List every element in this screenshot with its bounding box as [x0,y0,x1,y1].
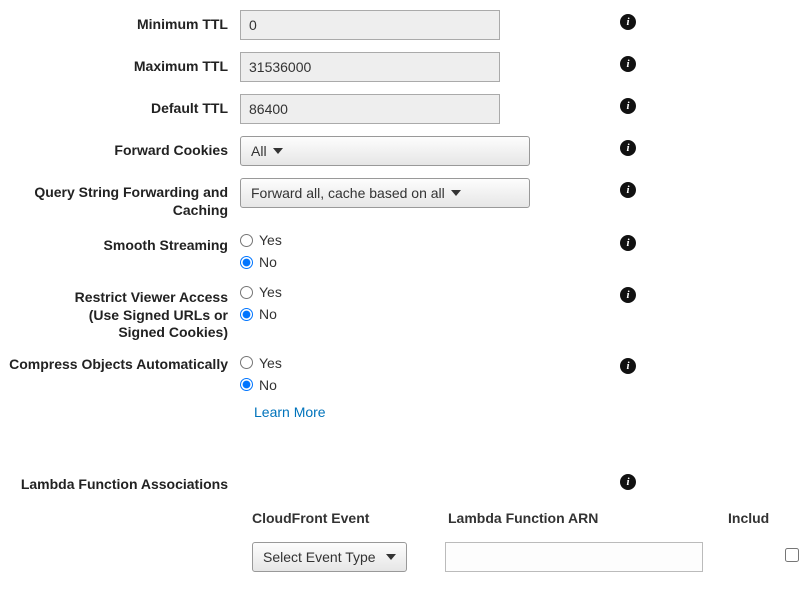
radio-label-no: No [259,377,277,393]
radio-compress-no[interactable] [240,378,253,391]
chevron-down-icon [451,190,461,196]
info-icon[interactable]: i [620,287,636,303]
select-query-string-value: Forward all, cache based on all [251,185,445,201]
row-maximum-ttl: Maximum TTL i [0,52,799,82]
lambda-row: Select Event Type [252,542,799,572]
select-forward-cookies[interactable]: All [240,136,530,166]
lambda-table-headers: CloudFront Event Lambda Function ARN Inc… [252,510,799,526]
radio-label-no: No [259,254,277,270]
row-default-ttl: Default TTL i [0,94,799,124]
info-icon[interactable]: i [620,14,636,30]
input-default-ttl[interactable] [240,94,500,124]
learn-more-link[interactable]: Learn More [254,404,530,420]
radio-label-no: No [259,306,277,322]
chevron-down-icon [386,554,396,560]
col-lambda-arn: Lambda Function ARN [448,510,728,526]
info-icon[interactable]: i [620,182,636,198]
info-icon[interactable]: i [620,235,636,251]
row-query-string: Query String Forwarding and Caching Forw… [0,178,799,219]
select-event-type[interactable]: Select Event Type [252,542,407,572]
radio-smooth-no[interactable] [240,256,253,269]
label-default-ttl: Default TTL [0,94,240,116]
checkbox-include[interactable] [785,548,799,562]
select-query-string[interactable]: Forward all, cache based on all [240,178,530,208]
info-icon[interactable]: i [620,56,636,72]
row-restrict-viewer: Restrict Viewer Access (Use Signed URLs … [0,283,799,342]
label-query-string: Query String Forwarding and Caching [0,178,240,219]
radio-label-yes: Yes [259,355,282,371]
row-minimum-ttl: Minimum TTL i [0,10,799,40]
radio-smooth-yes[interactable] [240,234,253,247]
radio-restrict-yes[interactable] [240,286,253,299]
input-lambda-arn[interactable] [445,542,703,572]
input-minimum-ttl[interactable] [240,10,500,40]
input-maximum-ttl[interactable] [240,52,500,82]
select-event-type-value: Select Event Type [263,549,376,565]
label-compress: Compress Objects Automatically [0,354,240,372]
info-icon[interactable]: i [620,140,636,156]
info-icon[interactable]: i [620,98,636,114]
label-lambda-associations: Lambda Function Associations [0,470,240,492]
label-smooth-streaming: Smooth Streaming [0,231,240,253]
row-compress: Compress Objects Automatically Yes No Le… [0,354,799,420]
select-forward-cookies-value: All [251,143,267,159]
label-minimum-ttl: Minimum TTL [0,10,240,32]
label-forward-cookies: Forward Cookies [0,136,240,158]
chevron-down-icon [273,148,283,154]
row-smooth-streaming: Smooth Streaming Yes No i [0,231,799,271]
radio-compress-yes[interactable] [240,356,253,369]
radio-label-yes: Yes [259,284,282,300]
row-lambda-associations: Lambda Function Associations i [0,470,799,492]
radio-restrict-no[interactable] [240,308,253,321]
radio-label-yes: Yes [259,232,282,248]
info-icon[interactable]: i [620,474,636,490]
info-icon[interactable]: i [620,358,636,374]
col-cloudfront-event: CloudFront Event [252,510,448,526]
label-maximum-ttl: Maximum TTL [0,52,240,74]
row-forward-cookies: Forward Cookies All i [0,136,799,166]
col-include: Includ [728,510,769,526]
label-restrict-viewer: Restrict Viewer Access (Use Signed URLs … [0,283,240,342]
